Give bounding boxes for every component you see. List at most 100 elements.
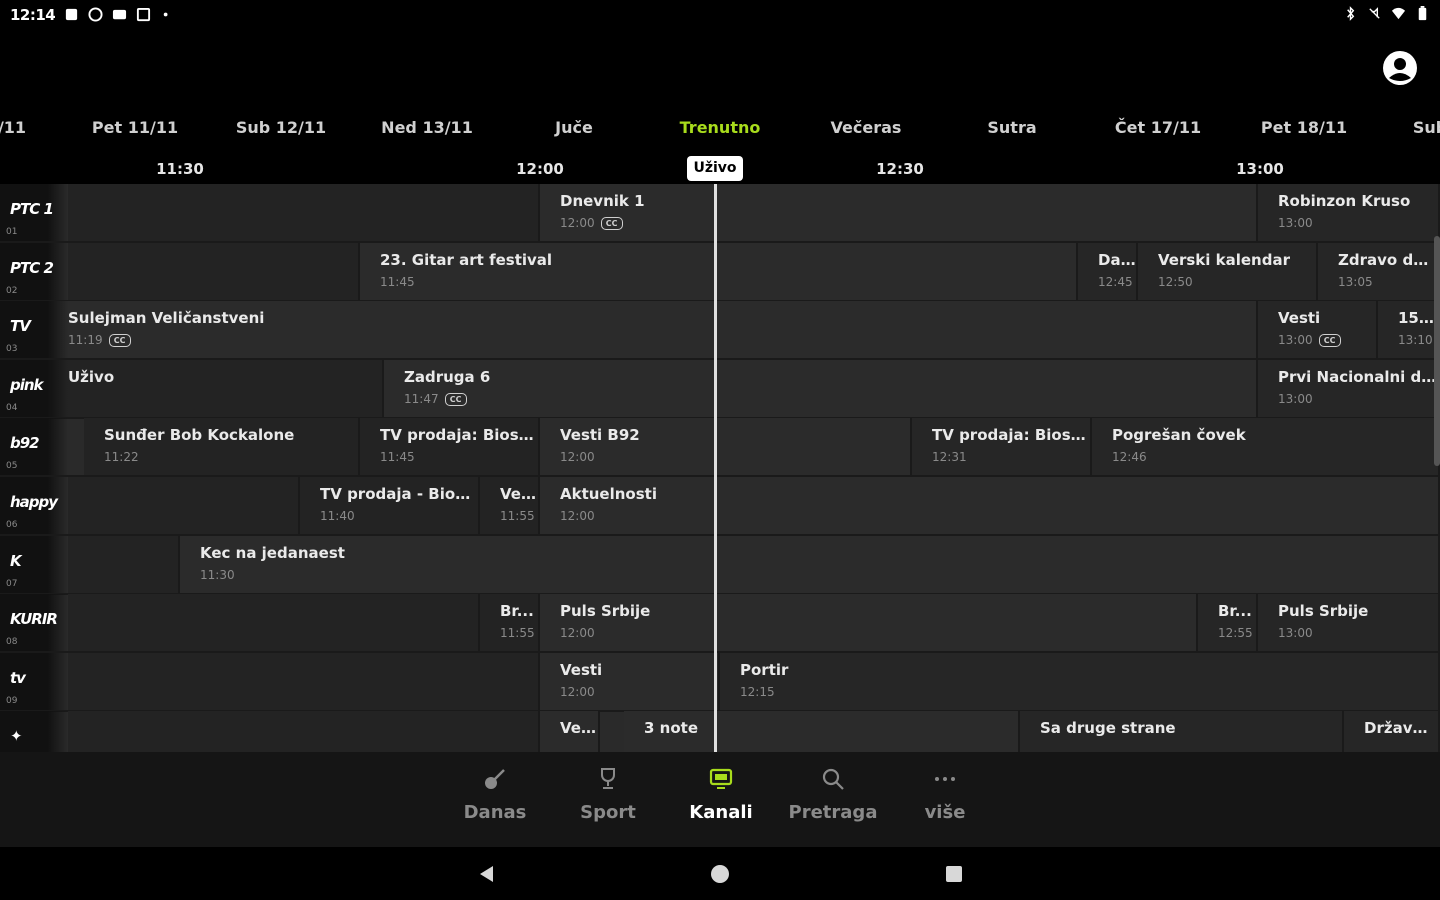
program-cell[interactable]: Puls Srbije 13:00: [1258, 594, 1440, 652]
program-cell[interactable]: [68, 184, 540, 241]
program-start-time: 11:55: [500, 509, 535, 523]
date-tab[interactable]: Pet 18/11: [1261, 118, 1347, 137]
channel-logo[interactable]: РТС 2 02: [0, 242, 68, 300]
program-cell[interactable]: Verski kalendar 12:50: [1138, 242, 1318, 300]
date-tab[interactable]: Pet 11/11: [92, 118, 178, 137]
date-tab[interactable]: Večeras: [831, 118, 902, 137]
date-tab[interactable]: Trenutno: [680, 118, 761, 137]
channel-logo[interactable]: happy 06: [0, 477, 68, 534]
program-cell[interactable]: Br... 11:55: [480, 594, 540, 652]
subtitles-icon: CC: [444, 392, 467, 406]
channel-logo[interactable]: ✦: [0, 711, 68, 752]
program-start-time: 11:45: [380, 274, 415, 289]
channel-logo-text: tv: [10, 668, 26, 687]
date-tab[interactable]: Čet 17/11: [1115, 118, 1201, 137]
channel-logo[interactable]: pink 04: [0, 359, 68, 417]
program-cell[interactable]: Zadruga 6 11:47 CC: [384, 359, 1258, 417]
date-tab[interactable]: Sub 12/11: [236, 118, 326, 137]
back-icon[interactable]: [476, 863, 498, 885]
bottom-navigation: Danas Sport Kanali Pretraga više: [0, 752, 1440, 847]
program-start-time: 13:00: [1278, 626, 1313, 641]
program-cell[interactable]: Uživo: [48, 359, 384, 417]
program-time: 13:00 CC: [1278, 333, 1376, 348]
channel-logo[interactable]: TV 03: [0, 301, 68, 359]
program-cell[interactable]: Ve...: [540, 711, 600, 752]
program-cell[interactable]: Vesti 12:00: [540, 652, 720, 710]
nav-pretraga[interactable]: Pretraga: [788, 766, 878, 823]
channel-logo[interactable]: KURIR 08: [0, 594, 68, 652]
program-cell[interactable]: Portir 12:15: [720, 652, 1440, 710]
program-cell[interactable]: TV prodaja: Biostil... 12:31: [912, 418, 1092, 476]
channel-logo[interactable]: K 07: [0, 535, 68, 593]
profile-icon[interactable]: [1382, 50, 1418, 86]
program-time: 12:00: [560, 450, 910, 464]
date-tab[interactable]: Sutra: [987, 118, 1036, 137]
nav-kanali[interactable]: Kanali: [676, 766, 766, 823]
program-cell[interactable]: [68, 242, 360, 300]
program-cell[interactable]: Puls Srbije 12:00: [540, 594, 1198, 652]
nav-više[interactable]: više: [900, 766, 990, 823]
nav-label: Sport: [580, 802, 636, 823]
program-cell[interactable]: [68, 652, 540, 710]
program-cell[interactable]: [68, 535, 180, 593]
program-cell[interactable]: TV prodaja: Biostil... 11:45: [360, 418, 540, 476]
date-tab[interactable]: /11: [0, 118, 26, 137]
program-cell[interactable]: Sunđer Bob Kockalone 11:22: [84, 418, 360, 476]
program-cell[interactable]: Sa druge strane: [1020, 711, 1344, 752]
program-cell[interactable]: TV prodaja - Biostile 11:40: [300, 477, 480, 534]
program-cell[interactable]: Vesti B92 12:00: [540, 418, 912, 476]
channel-logo-text: pink: [10, 375, 44, 394]
program-cell[interactable]: Zdravo detinj 13:05: [1318, 242, 1440, 300]
channel-number: 04: [6, 402, 18, 413]
program-time: 11:45: [380, 275, 1076, 289]
channel-row: Ve... 3 note Sa druge strane Državni p... ✦: [0, 711, 1440, 752]
program-cell[interactable]: Br... 12:55: [1198, 594, 1258, 652]
program-title: Puls Srbije: [560, 602, 651, 621]
program-cell[interactable]: Kec na jedanaest 11:30: [180, 535, 1440, 593]
program-cell[interactable]: 150 N 13:10: [1378, 301, 1440, 359]
date-tab[interactable]: Ned 13/11: [381, 118, 473, 137]
program-start-time: 12:31: [932, 450, 967, 465]
program-cell[interactable]: 23. Gitar art festival 11:45: [360, 242, 1078, 300]
program-title: Vesti: [560, 660, 603, 679]
program-cell[interactable]: Sulejman Veličanstveni 11:19 CC: [48, 301, 1258, 359]
program-cell[interactable]: Robinzon Kruso 13:00: [1258, 184, 1440, 241]
live-button[interactable]: Uživo: [687, 156, 743, 181]
program-cell[interactable]: 3 note: [624, 711, 1020, 752]
scrollbar[interactable]: [1434, 236, 1440, 466]
program-title: 150 N: [1398, 309, 1438, 328]
program-cell[interactable]: Pogrešan čovek 12:46: [1092, 418, 1440, 476]
channel-logo[interactable]: РТС 1 01: [0, 184, 68, 241]
channel-logo-text: РТС 2: [10, 258, 54, 277]
program-start-time: 12:00: [560, 626, 595, 641]
program-cell[interactable]: [68, 711, 540, 752]
program-cell[interactable]: [68, 594, 480, 652]
system-navigation-bar: [0, 847, 1440, 900]
nav-danas[interactable]: Danas: [450, 766, 540, 823]
channel-logo[interactable]: b92 05: [0, 418, 68, 476]
battery-icon: [1418, 6, 1427, 21]
date-tab[interactable]: Sub: [1413, 118, 1440, 137]
program-title: 23. Gitar art festival: [380, 250, 553, 269]
home-icon[interactable]: [709, 863, 731, 885]
date-tab[interactable]: Juče: [555, 118, 593, 137]
program-cell[interactable]: Ve... 11:55: [480, 477, 540, 534]
recents-icon[interactable]: [943, 863, 965, 885]
program-start-time: 12:00: [560, 216, 595, 230]
program-cell[interactable]: [68, 477, 300, 534]
program-time: 12:46: [1112, 450, 1438, 464]
nav-sport[interactable]: Sport: [563, 766, 653, 823]
nav-label: Danas: [463, 802, 527, 823]
channel-number: 09: [6, 695, 18, 706]
program-cell[interactable]: Da... 12:45: [1078, 242, 1138, 300]
channel-logo[interactable]: tv 09: [0, 652, 68, 710]
time-label: 12:30: [876, 160, 924, 178]
program-cell[interactable]: Aktuelnosti 12:00: [540, 477, 1440, 534]
program-cell[interactable]: Dnevnik 1 12:00 CC: [540, 184, 1258, 241]
program-cell[interactable]: Državni p...: [1344, 711, 1440, 752]
program-cell[interactable]: Prvi Nacionalni dnevn 13:00: [1258, 359, 1440, 417]
program-cell[interactable]: Vesti 13:00 CC: [1258, 301, 1378, 359]
program-time: 11:47 CC: [404, 392, 1256, 406]
program-start-time: 12:45: [1098, 274, 1133, 289]
notification-icon: [88, 7, 103, 22]
